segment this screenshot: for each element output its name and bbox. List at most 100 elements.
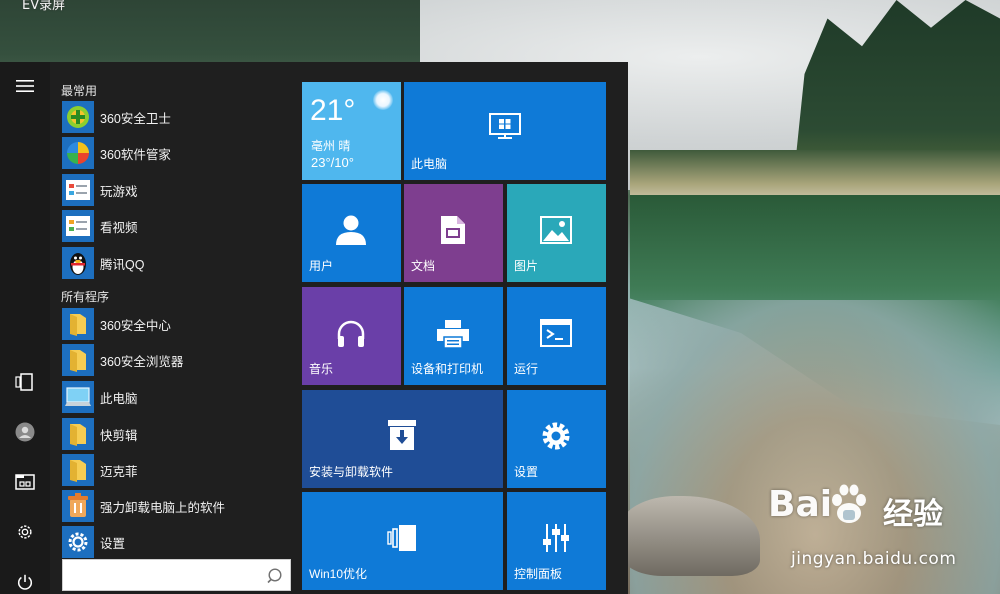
app-label: 360安全浏览器 [100, 354, 184, 369]
list-item-quick-cut[interactable]: 快剪辑 [50, 416, 294, 452]
user-account-button[interactable] [0, 412, 50, 452]
app-label: 360安全卫士 [100, 111, 171, 126]
tile-label: 用户 [309, 259, 334, 273]
this-pc-icon [62, 381, 94, 413]
list-item-game[interactable]: 玩游戏 [50, 172, 294, 208]
headphones-icon [335, 319, 367, 349]
tile-control-panel[interactable]: 控制面板 [507, 492, 606, 590]
tile-label: 文档 [411, 259, 436, 273]
list-item-360-security-center[interactable]: 360安全中心 [50, 306, 294, 342]
search-input[interactable] [63, 560, 263, 590]
tile-weather[interactable]: 21° 亳州 晴 23°/10° [302, 82, 401, 180]
tile-install-uninstall[interactable]: 安装与卸载软件 [302, 390, 503, 488]
baidu-url: jingyan.baidu.com [791, 549, 957, 569]
user-icon [334, 214, 368, 246]
app-label: 设置 [100, 536, 126, 551]
app-list: 最常用 360安全卫士 360软件管家 玩游戏 看视频 腾讯QQ 所有程序 36… [50, 62, 294, 594]
tile-win10-optimize[interactable]: Win10优化 [302, 492, 503, 590]
list-item-360-secure-browser[interactable]: 360安全浏览器 [50, 342, 294, 378]
tile-this-pc[interactable]: 此电脑 [404, 82, 606, 180]
file-explorer-button[interactable] [0, 462, 50, 502]
start-menu: 最常用 360安全卫士 360软件管家 玩游戏 看视频 腾讯QQ 所有程序 36… [0, 62, 628, 594]
search-box[interactable] [62, 559, 291, 591]
start-rail [0, 62, 50, 594]
settings-gear-icon [62, 526, 94, 558]
run-command-icon [540, 319, 572, 347]
tile-devices-printers[interactable]: 设备和打印机 [404, 287, 503, 385]
picture-icon [540, 216, 572, 244]
hamburger-menu-icon [16, 80, 34, 92]
power-icon [17, 574, 33, 590]
list-item-video[interactable]: 看视频 [50, 208, 294, 244]
user-account-icon [15, 422, 35, 442]
360-safe-guard-icon [62, 101, 94, 133]
folder-icon [62, 308, 94, 340]
document-icon [439, 214, 467, 246]
tablet-mode-button[interactable] [0, 362, 50, 402]
recorder-title: EV录屏 [22, 0, 66, 13]
tile-label: 设置 [514, 465, 539, 479]
app-label: 看视频 [100, 220, 138, 235]
sun-icon [373, 90, 393, 110]
baidu-jingyan-text: 经验 [883, 497, 943, 532]
weather-temperature: 21° [310, 94, 356, 127]
qq-penguin-icon [62, 247, 94, 279]
gear-icon [540, 420, 572, 452]
tile-pictures[interactable]: 图片 [507, 184, 606, 282]
game-icon [62, 174, 94, 206]
tile-documents[interactable]: 文档 [404, 184, 503, 282]
list-item-force-uninstall[interactable]: 强力卸载电脑上的软件 [50, 488, 294, 524]
folder-icon [62, 454, 94, 486]
power-button[interactable] [0, 562, 50, 594]
tile-run[interactable]: 运行 [507, 287, 606, 385]
settings-rail-button[interactable] [0, 512, 50, 552]
tile-label: 设备和打印机 [411, 362, 484, 376]
wallpaper-shore [630, 150, 1000, 198]
app-label: 360安全中心 [100, 318, 171, 333]
list-item-360-safe-guard[interactable]: 360安全卫士 [50, 99, 294, 135]
search-icon[interactable] [267, 567, 285, 585]
tile-label: 运行 [514, 362, 539, 376]
tile-label: 控制面板 [514, 567, 563, 581]
baidu-paw-icon [832, 484, 866, 523]
install-box-icon [387, 419, 417, 451]
app-label: 腾讯QQ [100, 257, 145, 272]
app-label: 强力卸载电脑上的软件 [100, 500, 226, 515]
tile-music[interactable]: 音乐 [302, 287, 401, 385]
app-label: 此电脑 [100, 391, 138, 406]
list-item-360-software-manager[interactable]: 360软件管家 [50, 135, 294, 171]
file-explorer-icon [15, 474, 35, 490]
list-item-qq[interactable]: 腾讯QQ [50, 245, 294, 281]
weather-range: 23°/10° [311, 155, 354, 170]
tile-label: 图片 [514, 259, 539, 273]
folder-icon [62, 418, 94, 450]
uninstaller-icon [62, 490, 94, 522]
tile-users[interactable]: 用户 [302, 184, 401, 282]
baidu-logo-text: Bai [768, 484, 833, 525]
list-item-settings[interactable]: 设置 [50, 524, 294, 560]
tile-label: Win10优化 [309, 567, 368, 581]
folder-icon [62, 344, 94, 376]
list-item-mcafee[interactable]: 迈克菲 [50, 452, 294, 488]
settings-icon [18, 525, 32, 539]
tablet-mode-icon [15, 373, 33, 391]
printer-icon [436, 319, 470, 349]
weather-city: 亳州 晴 [311, 139, 351, 153]
video-icon [62, 210, 94, 242]
win10-optimize-icon [387, 524, 417, 552]
tile-label: 此电脑 [411, 157, 448, 171]
control-panel-sliders-icon [540, 523, 572, 553]
tile-settings[interactable]: 设置 [507, 390, 606, 488]
360-software-manager-icon [62, 137, 94, 169]
section-all-programs: 所有程序 [61, 290, 110, 304]
app-label: 玩游戏 [100, 184, 138, 199]
app-label: 360软件管家 [100, 147, 171, 162]
app-label: 快剪辑 [100, 428, 138, 443]
list-item-this-pc[interactable]: 此电脑 [50, 379, 294, 415]
hamburger-menu-button[interactable] [0, 66, 50, 106]
tile-label: 安装与卸载软件 [309, 465, 394, 479]
app-label: 迈克菲 [100, 464, 138, 479]
section-most-used: 最常用 [61, 84, 98, 98]
this-pc-monitor-icon [488, 112, 522, 142]
tile-label: 音乐 [309, 362, 334, 376]
